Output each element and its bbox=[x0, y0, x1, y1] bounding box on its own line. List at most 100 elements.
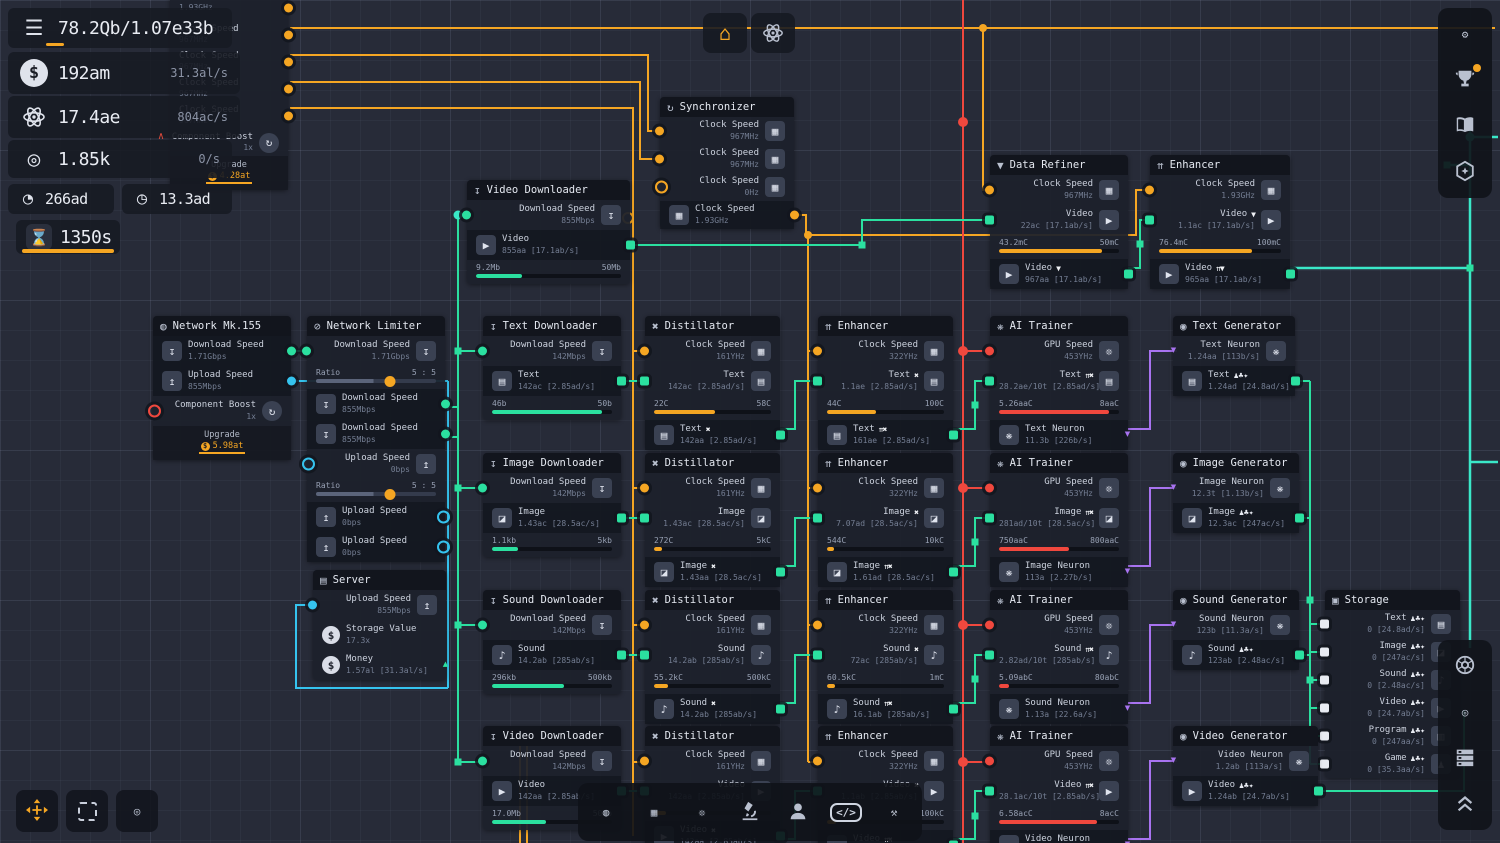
output-port[interactable] bbox=[1286, 270, 1295, 279]
globe-button[interactable]: ◍ bbox=[584, 792, 628, 832]
output-port[interactable] bbox=[441, 400, 450, 409]
output-port[interactable] bbox=[617, 377, 626, 386]
node-enhancer-sound[interactable]: ⇈EnhancerClock Speed322YHz▦Sound✖72ac [2… bbox=[818, 590, 953, 724]
input-port[interactable] bbox=[985, 514, 994, 523]
output-port[interactable]: ▼ bbox=[1122, 567, 1133, 578]
input-port[interactable] bbox=[302, 347, 311, 356]
input-port[interactable] bbox=[813, 514, 822, 523]
slider-track[interactable] bbox=[316, 379, 436, 383]
node-distillator-sound[interactable]: ✖DistillatorClock Speed161YHz▦Sound14.2a… bbox=[645, 590, 780, 724]
hex-badge-button[interactable] bbox=[1444, 152, 1486, 192]
input-port[interactable] bbox=[985, 621, 994, 630]
input-port[interactable] bbox=[655, 181, 668, 194]
node-network-mk155[interactable]: ◍Network Mk.155↧Download Speed1.71Gbps↥U… bbox=[153, 316, 291, 460]
input-port[interactable] bbox=[655, 155, 664, 164]
input-port[interactable] bbox=[478, 484, 487, 493]
node-text-generator[interactable]: ◉Text Generator▼Text Neuron1.24aa [113b/… bbox=[1173, 316, 1295, 396]
node-sound-generator[interactable]: ◉Sound Generator▼Sound Neuron123b [11.3a… bbox=[1173, 590, 1299, 670]
node-ai-trainer-image[interactable]: ❋AI TrainerGPU Speed453YHz❊Image⇈✖281ad/… bbox=[990, 453, 1128, 587]
output-port[interactable]: ▼ bbox=[1122, 430, 1133, 441]
slider-handle[interactable] bbox=[385, 489, 396, 500]
output-port[interactable] bbox=[949, 568, 958, 577]
fan-button[interactable]: ❊ bbox=[680, 792, 724, 832]
output-port[interactable] bbox=[1124, 270, 1133, 279]
input-port[interactable] bbox=[985, 216, 994, 225]
output-port[interactable] bbox=[776, 705, 785, 714]
chevrons-button[interactable] bbox=[1444, 784, 1486, 824]
input-port[interactable] bbox=[640, 347, 649, 356]
input-port[interactable] bbox=[478, 621, 487, 630]
node-network-limiter[interactable]: ⊘Network LimiterDownload Speed1.71Gbps↧R… bbox=[307, 316, 445, 562]
input-port[interactable] bbox=[813, 377, 822, 386]
output-port[interactable] bbox=[287, 377, 296, 386]
server-button[interactable] bbox=[1444, 738, 1486, 778]
input-port[interactable] bbox=[1320, 732, 1329, 741]
input-port[interactable] bbox=[1320, 648, 1329, 657]
gear-button[interactable]: ⚙ bbox=[1444, 14, 1486, 54]
node-text-downloader[interactable]: ↧Text DownloaderDownload Speed142Mbps↧▤T… bbox=[483, 316, 621, 420]
output-port[interactable] bbox=[949, 705, 958, 714]
output-port[interactable] bbox=[1291, 377, 1300, 386]
slider-track[interactable] bbox=[316, 492, 436, 496]
input-port[interactable] bbox=[985, 484, 994, 493]
node-distillator-image[interactable]: ✖DistillatorClock Speed161YHz▦Image1.43a… bbox=[645, 453, 780, 587]
output-port[interactable] bbox=[437, 541, 450, 554]
input-port[interactable] bbox=[640, 377, 649, 386]
node-synchronizer[interactable]: ↻SynchronizerClock Speed967MHz▦Clock Spe… bbox=[660, 97, 794, 229]
microscope-button[interactable] bbox=[728, 792, 772, 832]
marquee-button[interactable] bbox=[66, 790, 108, 832]
trophy-button[interactable] bbox=[1444, 60, 1486, 100]
input-port[interactable] bbox=[985, 787, 994, 796]
input-port[interactable] bbox=[985, 186, 994, 195]
output-port[interactable] bbox=[284, 30, 293, 39]
input-port[interactable] bbox=[655, 127, 664, 136]
input-port[interactable] bbox=[1320, 620, 1329, 629]
input-port[interactable] bbox=[985, 347, 994, 356]
input-port[interactable] bbox=[640, 757, 649, 766]
output-port[interactable] bbox=[1314, 787, 1323, 796]
input-port[interactable] bbox=[478, 757, 487, 766]
tools-button[interactable]: ⚒ bbox=[872, 792, 916, 832]
game-canvas[interactable]: 1.93GHzClock Speed967MHzClock Speed967MH… bbox=[0, 0, 1500, 843]
node-enhancer-image[interactable]: ⇈EnhancerClock Speed322YHz▦Image✖7.07ad … bbox=[818, 453, 953, 587]
input-port[interactable] bbox=[813, 347, 822, 356]
input-port[interactable] bbox=[1320, 676, 1329, 685]
input-port[interactable] bbox=[640, 651, 649, 660]
book-button[interactable] bbox=[1444, 106, 1486, 146]
atom-button[interactable] bbox=[751, 13, 795, 53]
input-port[interactable] bbox=[308, 601, 317, 610]
node-sound-downloader[interactable]: ↧Sound DownloaderDownload Speed142Mbps↧♪… bbox=[483, 590, 621, 694]
input-port[interactable] bbox=[1145, 216, 1154, 225]
output-port[interactable]: ▼ bbox=[1122, 840, 1133, 843]
input-port[interactable] bbox=[813, 757, 822, 766]
output-port[interactable] bbox=[949, 431, 958, 440]
node-ai-trainer-sound[interactable]: ❋AI TrainerGPU Speed453YHz❊Sound⇈✖2.82ad… bbox=[990, 590, 1128, 724]
output-port[interactable] bbox=[437, 511, 450, 524]
output-port[interactable] bbox=[776, 431, 785, 440]
output-port[interactable] bbox=[287, 347, 296, 356]
input-port[interactable]: ▼ bbox=[1168, 756, 1179, 767]
home-button[interactable]: ⌂ bbox=[703, 13, 747, 53]
node-video-generator[interactable]: ◉Video Generator▼Video Neuron1.2ab [113a… bbox=[1173, 726, 1318, 806]
input-port[interactable] bbox=[302, 458, 315, 471]
output-port[interactable] bbox=[441, 430, 450, 439]
input-port[interactable] bbox=[813, 484, 822, 493]
input-port[interactable] bbox=[813, 621, 822, 630]
output-port[interactable] bbox=[284, 3, 293, 12]
input-port[interactable] bbox=[1145, 186, 1154, 195]
output-port[interactable] bbox=[1295, 651, 1304, 660]
input-port[interactable] bbox=[985, 651, 994, 660]
node-ai-trainer-video[interactable]: ❋AI TrainerGPU Speed453YHz❊Video⇈✖28.1ac… bbox=[990, 726, 1128, 843]
node-enhancer-video-top[interactable]: ⇈EnhancerClock Speed1.93GHz▦Video▼1.1ac … bbox=[1150, 155, 1290, 289]
input-port[interactable] bbox=[478, 347, 487, 356]
input-port[interactable] bbox=[1320, 760, 1329, 769]
input-port[interactable]: ▼ bbox=[1168, 483, 1179, 494]
input-port[interactable] bbox=[640, 484, 649, 493]
output-port[interactable]: ▲ bbox=[440, 660, 451, 671]
output-port[interactable] bbox=[776, 568, 785, 577]
node-data-refiner[interactable]: ▼Data RefinerClock Speed967MHz▦Video22ac… bbox=[990, 155, 1128, 289]
output-port[interactable] bbox=[284, 84, 293, 93]
output-port[interactable] bbox=[617, 514, 626, 523]
output-port[interactable] bbox=[790, 211, 799, 220]
slider-handle[interactable] bbox=[385, 376, 396, 387]
